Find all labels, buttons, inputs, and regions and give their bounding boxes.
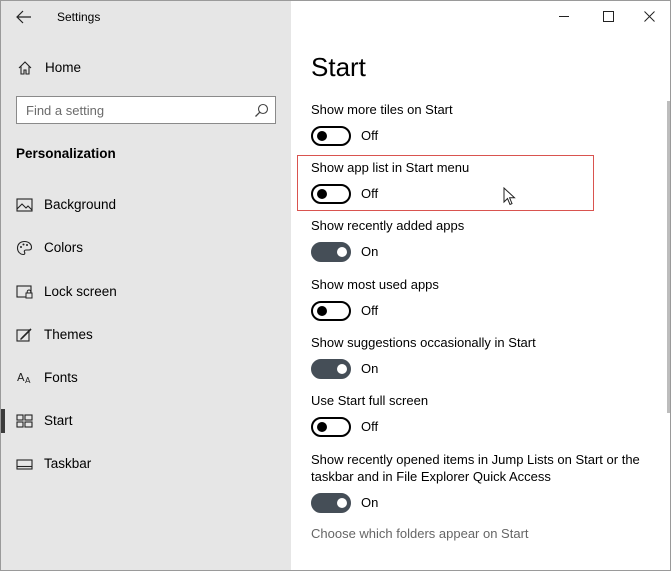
sidebar-item-background[interactable]: Background (1, 189, 291, 221)
toggle-row: On (311, 242, 651, 262)
toggle-knob (337, 498, 347, 508)
main-content: Start Show more tiles on Start Off Show … (291, 1, 670, 570)
section-title: Personalization (16, 146, 116, 161)
svg-text:A: A (25, 376, 31, 385)
picture-icon (16, 198, 33, 212)
app-title: Settings (57, 10, 101, 24)
toggle-knob (337, 247, 347, 257)
setting-most-used: Show most used apps Off (311, 276, 651, 321)
titlebar-left: Settings (1, 1, 291, 33)
sidebar-item-label: Themes (44, 327, 93, 342)
sidebar-item-label: Background (44, 197, 117, 212)
toggle-knob (317, 189, 327, 199)
toggle-state: On (361, 495, 379, 510)
search-input[interactable] (17, 97, 247, 123)
sidebar-item-colors[interactable]: Colors (1, 232, 291, 264)
toggle-knob (317, 306, 327, 316)
sidebar-item-label: Start (44, 413, 73, 428)
fonts-icon: A A (17, 371, 31, 385)
page-title: Start (311, 52, 366, 82)
home-icon (18, 61, 32, 75)
selection-indicator (1, 409, 5, 433)
back-button[interactable] (13, 7, 35, 27)
toggle-row: On (311, 359, 651, 379)
setting-jump-lists: Show recently opened items in Jump Lists… (311, 451, 651, 513)
search-icon[interactable] (254, 103, 269, 118)
setting-suggestions: Show suggestions occasionally in Start O… (311, 334, 651, 379)
setting-label: Show app list in Start menu (311, 160, 470, 175)
toggle-state: Off (361, 303, 379, 318)
search-box (16, 96, 276, 124)
sidebar-item-label: Fonts (44, 370, 78, 385)
setting-more-tiles: Show more tiles on Start Off (311, 101, 651, 146)
setting-app-list: Show app list in Start menu Off (311, 159, 651, 204)
lock-screen-icon (16, 285, 33, 299)
toggle-state: Off (361, 419, 379, 434)
setting-label: Show recently opened items in Jump Lists… (311, 452, 640, 484)
toggle-state: Off (361, 128, 379, 143)
setting-label: Show most used apps (311, 277, 439, 292)
sidebar-item-themes[interactable]: Themes (1, 319, 291, 351)
home-label: Home (45, 60, 82, 75)
scrollbar[interactable] (667, 101, 670, 413)
toggle-knob (317, 131, 327, 141)
setting-recently-added: Show recently added apps On (311, 217, 651, 262)
toggle-row: Off (311, 301, 651, 321)
start-icon (16, 414, 33, 428)
palette-icon (16, 240, 33, 256)
sidebar-item-start[interactable]: Start (1, 405, 291, 437)
sidebar: Settings Home Personalization Background (1, 1, 291, 570)
sidebar-item-label: Colors (44, 240, 84, 255)
recently-added-toggle[interactable] (311, 242, 351, 262)
themes-icon (16, 328, 32, 342)
suggestions-toggle[interactable] (311, 359, 351, 379)
full-screen-toggle[interactable] (311, 417, 351, 437)
toggle-row: Off (311, 417, 651, 437)
choose-folders-link[interactable]: Choose which folders appear on Start (311, 526, 529, 541)
setting-label: Use Start full screen (311, 393, 429, 408)
svg-text:A: A (17, 371, 25, 384)
back-arrow-icon (16, 10, 31, 24)
toggle-state: On (361, 361, 379, 376)
home-nav-item[interactable]: Home (1, 55, 291, 81)
toggle-state: On (361, 244, 379, 259)
toggle-state: Off (361, 186, 379, 201)
setting-label: Show recently added apps (311, 218, 465, 233)
setting-label: Show more tiles on Start (311, 102, 453, 117)
toggle-knob (317, 422, 327, 432)
toggle-row: Off (311, 126, 651, 146)
setting-full-screen: Use Start full screen Off (311, 392, 651, 437)
sidebar-item-label: Taskbar (44, 456, 92, 471)
sidebar-item-label: Lock screen (44, 284, 117, 299)
app-list-toggle[interactable] (311, 184, 351, 204)
toggle-row: Off (311, 184, 651, 204)
sidebar-item-lock-screen[interactable]: Lock screen (1, 276, 291, 308)
more-tiles-toggle[interactable] (311, 126, 351, 146)
jump-lists-toggle[interactable] (311, 493, 351, 513)
sidebar-item-fonts[interactable]: A A Fonts (1, 362, 291, 394)
toggle-row: On (311, 493, 651, 513)
settings-window: Settings Home Personalization Background (0, 0, 671, 571)
sidebar-item-taskbar[interactable]: Taskbar (1, 448, 291, 480)
taskbar-icon (16, 459, 33, 470)
mouse-cursor-icon (503, 187, 516, 206)
toggle-knob (337, 364, 347, 374)
setting-label: Show suggestions occasionally in Start (311, 335, 536, 350)
most-used-toggle[interactable] (311, 301, 351, 321)
